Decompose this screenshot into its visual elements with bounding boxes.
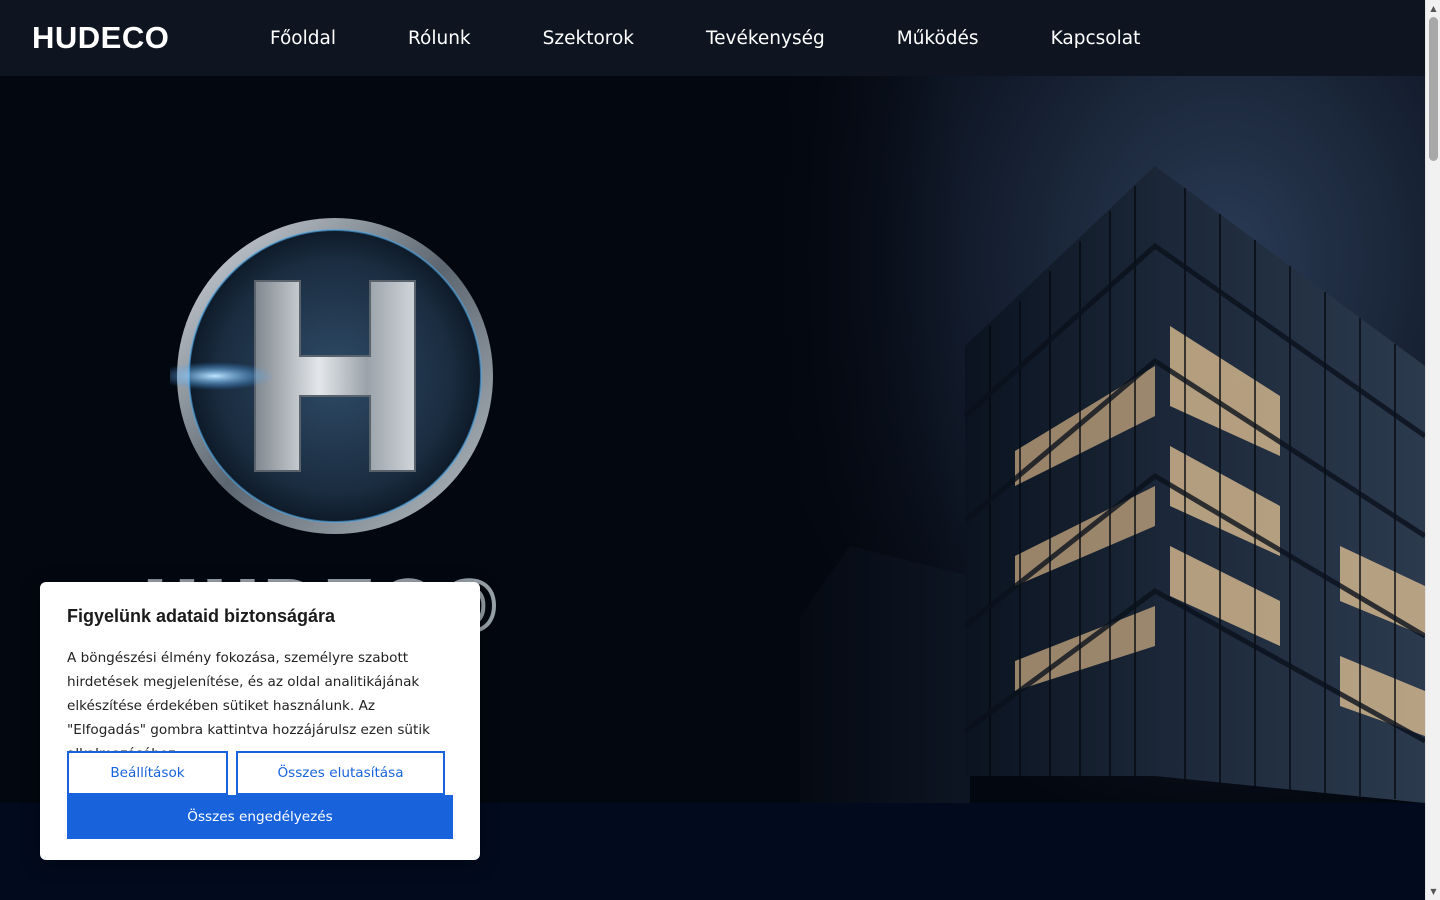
scroll-up-arrow-icon[interactable]: ▲: [1429, 4, 1438, 13]
nav-item-rolunk[interactable]: Rólunk: [408, 28, 471, 49]
nav-item-szektorok[interactable]: Szektorok: [543, 28, 634, 49]
cookie-text: A böngészési élmény fokozása, személyre …: [67, 650, 431, 762]
cookie-consent-dialog: Figyelünk adataid biztonságára A böngész…: [40, 582, 480, 860]
hudeco-emblem: [170, 218, 493, 534]
site-header: HUDECO Főoldal Rólunk Szektorok Tevékeny…: [0, 0, 1425, 76]
office-building-image: [760, 76, 1425, 803]
scroll-down-arrow-icon[interactable]: ▼: [1429, 887, 1438, 896]
brand-logo[interactable]: HUDECO: [32, 20, 169, 56]
scroll-thumb[interactable]: [1429, 17, 1438, 161]
cookie-settings-button[interactable]: Beállítások: [67, 751, 228, 795]
page-scrollbar[interactable]: ▲ ▼: [1425, 0, 1440, 900]
nav-item-fooldal[interactable]: Főoldal: [270, 28, 336, 49]
nav-item-mukodes[interactable]: Működés: [897, 28, 979, 49]
nav-item-tevekenyseg[interactable]: Tevékenység: [706, 28, 825, 49]
cookie-reject-all-button[interactable]: Összes elutasítása: [236, 751, 445, 795]
cookie-button-row: Beállítások Összes elutasítása: [67, 751, 453, 795]
cookie-accept-all-button[interactable]: Összes engedélyezés: [67, 795, 453, 839]
cookie-title: Figyelünk adataid biztonságára: [67, 606, 336, 626]
main-nav: Főoldal Rólunk Szektorok Tevékenység Műk…: [270, 0, 1212, 76]
nav-item-kapcsolat[interactable]: Kapcsolat: [1051, 28, 1141, 49]
